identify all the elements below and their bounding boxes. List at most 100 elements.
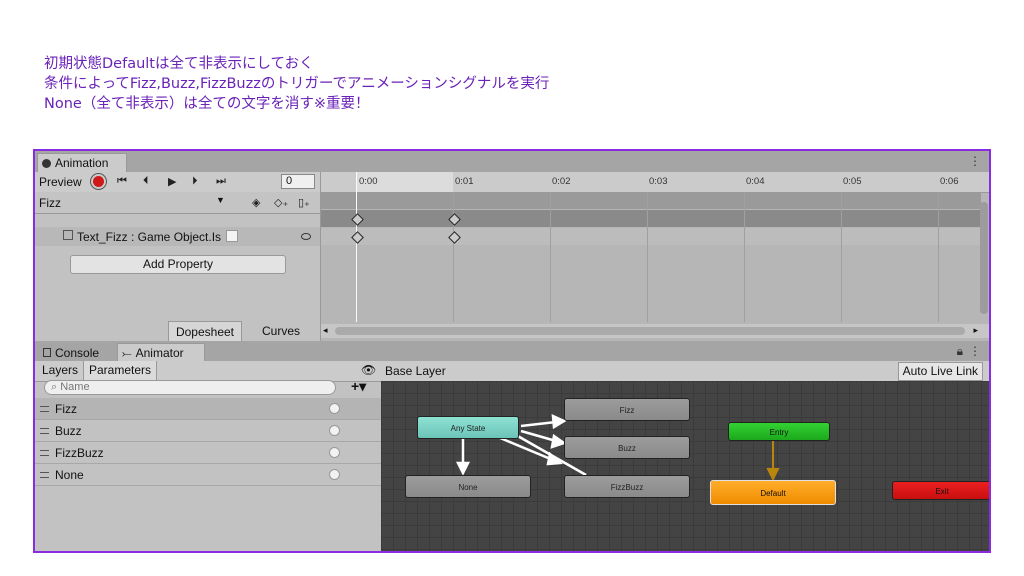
add-event-icon[interactable]: ▯₊ bbox=[298, 196, 310, 209]
ruler-label: 0:00 bbox=[359, 176, 378, 187]
grid-line bbox=[841, 192, 842, 322]
scroll-thumb[interactable] bbox=[335, 327, 965, 335]
add-keyframe-icon[interactable]: ◇₊ bbox=[274, 196, 288, 209]
parameter-name: Buzz bbox=[55, 424, 82, 438]
tab-animation[interactable]: Animation bbox=[37, 153, 127, 172]
ruler-label: 0:03 bbox=[649, 176, 668, 187]
trigger-toggle[interactable] bbox=[329, 469, 340, 480]
property-options-icon[interactable] bbox=[301, 233, 311, 240]
horizontal-scrollbar[interactable]: ◂ ▸ bbox=[321, 324, 989, 338]
list-item[interactable]: Buzz bbox=[35, 420, 381, 442]
next-key-icon[interactable]: ⏵ bbox=[192, 175, 198, 188]
state-fizzbuzz[interactable]: FizzBuzz bbox=[564, 475, 690, 498]
search-placeholder: Name bbox=[60, 381, 90, 393]
grid-line bbox=[647, 192, 648, 322]
tab-animator[interactable]: ⤚ Animator bbox=[117, 343, 205, 362]
summary-track bbox=[321, 192, 981, 209]
tab-curves[interactable]: Curves bbox=[248, 321, 314, 341]
lock-icon[interactable]: 🔒︎ bbox=[957, 344, 963, 359]
tab-animator-label: Animator bbox=[135, 346, 184, 360]
filter-key-icon[interactable]: ◈ bbox=[252, 196, 260, 209]
list-item[interactable]: Fizz bbox=[35, 398, 381, 420]
annotation-notes: 初期状態Defaultは全て非表示にしておく 条件によってFizz,Buzz,F… bbox=[44, 54, 549, 114]
parameter-search-input[interactable]: ⌕ Name bbox=[44, 380, 336, 395]
ruler-label: 0:06 bbox=[940, 176, 959, 187]
add-parameter-button[interactable]: +▾ bbox=[351, 378, 366, 395]
vertical-scrollbar[interactable] bbox=[980, 202, 988, 314]
tab-layers[interactable]: Layers bbox=[37, 361, 83, 380]
arrowhead bbox=[550, 433, 567, 449]
parameter-name: Fizz bbox=[55, 402, 77, 416]
clock-icon bbox=[42, 158, 51, 168]
state-none[interactable]: None bbox=[405, 475, 531, 498]
last-key-icon[interactable]: ⏭ bbox=[216, 175, 226, 188]
parameter-name: None bbox=[55, 468, 84, 482]
tab-parameters[interactable]: Parameters bbox=[83, 361, 157, 380]
console-icon bbox=[43, 348, 51, 357]
more-options-icon[interactable]: ⋮ bbox=[969, 154, 981, 168]
animation-window-tabbar: Animation ⋮ bbox=[35, 151, 989, 172]
clip-track bbox=[321, 210, 981, 227]
transition-line bbox=[520, 420, 557, 428]
more-options-icon[interactable]: ⋮ bbox=[969, 344, 981, 358]
property-value-checkbox[interactable] bbox=[226, 230, 238, 242]
eye-icon[interactable]: 👁︎ bbox=[361, 363, 376, 377]
parameter-name: FizzBuzz bbox=[55, 446, 104, 460]
grid-line bbox=[744, 192, 745, 322]
add-property-button[interactable]: Add Property bbox=[70, 255, 286, 274]
note-line-1: 初期状態Defaultは全て非表示にしておく bbox=[44, 56, 314, 72]
parameters-header: Layers Parameters 👁︎ bbox=[35, 361, 381, 382]
unity-editor-screenshot: Animation ⋮ Preview ⏮ ⏴ ▶ ⏵ ⏭ 0 Fizz ▼ ◈… bbox=[33, 149, 991, 553]
property-row[interactable]: Text_Fizz : Game Object.Is bbox=[35, 227, 320, 246]
ruler-label: 0:02 bbox=[552, 176, 571, 187]
tab-console-label: Console bbox=[55, 345, 100, 360]
property-track bbox=[321, 228, 981, 245]
scroll-left-icon[interactable]: ◂ bbox=[323, 325, 328, 336]
breadcrumb[interactable]: Base Layer bbox=[385, 364, 446, 378]
clip-dropdown[interactable]: Fizz bbox=[39, 196, 61, 210]
state-any-state[interactable]: Any State bbox=[417, 416, 519, 439]
state-default[interactable]: Default bbox=[710, 480, 836, 505]
note-line-2: 条件によってFizz,Buzz,FizzBuzzのトリガーでアニメーションシグナ… bbox=[44, 76, 550, 92]
tab-console[interactable]: Console bbox=[39, 343, 113, 362]
animation-controls: Preview ⏮ ⏴ ▶ ⏵ ⏭ 0 bbox=[35, 172, 320, 193]
tab-animation-label: Animation bbox=[55, 156, 109, 170]
state-exit[interactable]: Exit bbox=[892, 481, 989, 500]
trigger-toggle[interactable] bbox=[329, 447, 340, 458]
drag-handle-icon[interactable] bbox=[40, 450, 49, 456]
arrowhead bbox=[455, 461, 471, 476]
drag-handle-icon[interactable] bbox=[40, 428, 49, 434]
list-item[interactable]: None bbox=[35, 464, 381, 486]
state-machine-graph[interactable]: Any State Fizz Buzz FizzBuzz None Entry … bbox=[381, 381, 989, 551]
gameobject-icon bbox=[63, 230, 73, 240]
frame-input[interactable]: 0 bbox=[281, 174, 315, 189]
state-entry[interactable]: Entry bbox=[728, 422, 830, 441]
state-fizz[interactable]: Fizz bbox=[564, 398, 690, 421]
animator-icon: ⤚ bbox=[122, 345, 132, 360]
prev-key-icon[interactable]: ⏴ bbox=[143, 175, 149, 188]
search-icon: ⌕ bbox=[51, 381, 58, 393]
time-ruler[interactable]: 0:00 0:01 0:02 0:03 0:04 0:05 0:06 bbox=[321, 172, 989, 193]
ruler-label: 0:05 bbox=[843, 176, 862, 187]
arrowhead bbox=[551, 413, 567, 430]
scroll-right-icon[interactable]: ▸ bbox=[973, 325, 978, 336]
note-line-3: None（全て非表示）は全ての文字を消す※重要！ bbox=[44, 96, 370, 112]
dopesheet-timeline[interactable]: 0:00 0:01 0:02 0:03 0:04 0:05 0:06 ◂ ▸ bbox=[320, 172, 989, 341]
clip-selector-bar: Fizz ▼ ◈ ◇₊ ▯₊ bbox=[35, 192, 320, 214]
drag-handle-icon[interactable] bbox=[40, 406, 49, 412]
trigger-toggle[interactable] bbox=[329, 425, 340, 436]
playhead[interactable] bbox=[356, 172, 357, 322]
list-item[interactable]: FizzBuzz bbox=[35, 442, 381, 464]
trigger-toggle[interactable] bbox=[329, 403, 340, 414]
record-icon[interactable] bbox=[93, 176, 104, 187]
first-key-icon[interactable]: ⏮ bbox=[117, 175, 127, 188]
grid-line bbox=[938, 192, 939, 322]
auto-live-link-button[interactable]: Auto Live Link bbox=[897, 362, 983, 381]
drag-handle-icon[interactable] bbox=[40, 472, 49, 478]
tab-dopesheet[interactable]: Dopesheet bbox=[168, 321, 242, 341]
chevron-down-icon[interactable]: ▼ bbox=[216, 195, 225, 205]
play-icon[interactable]: ▶ bbox=[168, 175, 176, 188]
preview-button[interactable]: Preview bbox=[39, 175, 82, 189]
property-label: Text_Fizz : Game Object.Is bbox=[77, 230, 222, 244]
state-buzz[interactable]: Buzz bbox=[564, 436, 690, 459]
